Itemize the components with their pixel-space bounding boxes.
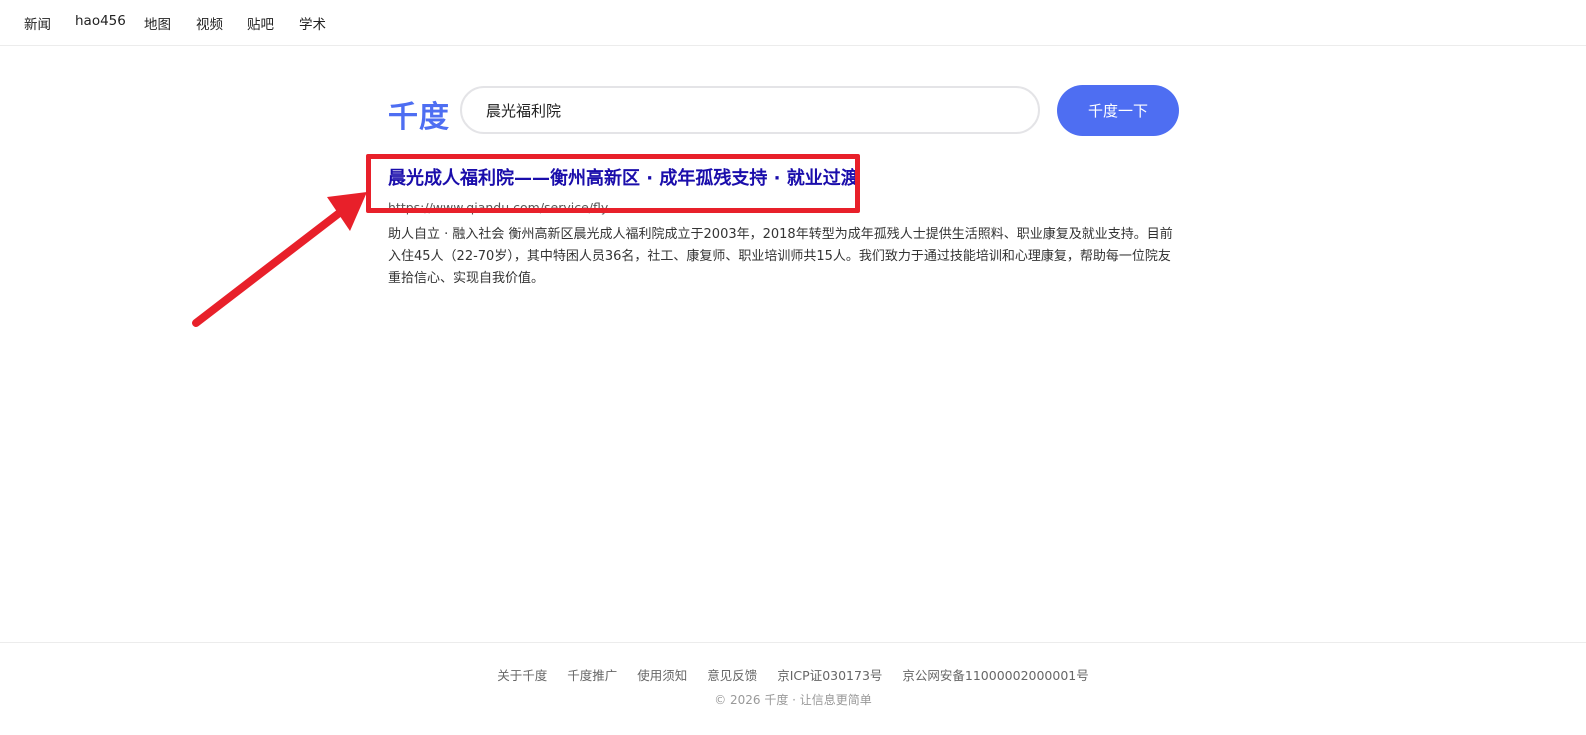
nav-link-video[interactable]: 视频 <box>196 13 223 33</box>
result-snippet: 助人自立 · 融入社会 衡州高新区晨光成人福利院成立于2003年，2018年转型… <box>388 227 1173 286</box>
arrow-head <box>327 192 367 231</box>
footer-link-promotion[interactable]: 千度推广 <box>567 668 617 683</box>
arrow-shaft <box>192 210 342 327</box>
search-results-page: 新闻 hao456 地图 视频 贴吧 学术 千度 千度一下 晨光成人福利院——衡… <box>0 0 1586 735</box>
footer-link-police-record[interactable]: 京公网安备11000002000001号 <box>902 668 1088 683</box>
result-url: https://www.qiandu.com/service/fly <box>388 200 609 215</box>
footer-link-terms[interactable]: 使用须知 <box>637 668 687 683</box>
top-navigation: 新闻 hao456 地图 视频 贴吧 学术 <box>0 0 1586 46</box>
nav-link-hao456[interactable]: hao456 <box>75 13 126 29</box>
search-button[interactable]: 千度一下 <box>1057 85 1179 136</box>
search-result: 晨光成人福利院——衡州高新区 · 成年孤残支持 · 就业过渡 https://w… <box>388 166 1178 286</box>
footer-link-about[interactable]: 关于千度 <box>497 668 547 683</box>
footer-link-feedback[interactable]: 意见反馈 <box>707 668 757 683</box>
footer: 关于千度 千度推广 使用须知 意见反馈 京ICP证030173号 京公网安备11… <box>0 642 1586 735</box>
copyright-text: © 2026 千度 · 让信息更简单 <box>714 693 872 707</box>
site-logo[interactable]: 千度 <box>388 92 450 136</box>
search-box[interactable] <box>460 86 1040 134</box>
result-title-link[interactable]: 晨光成人福利院——衡州高新区 · 成年孤残支持 · 就业过渡 <box>388 166 1178 192</box>
footer-link-icp[interactable]: 京ICP证030173号 <box>777 668 882 683</box>
nav-link-academic[interactable]: 学术 <box>299 13 326 33</box>
nav-link-tieba[interactable]: 贴吧 <box>247 13 274 33</box>
nav-link-news[interactable]: 新闻 <box>24 13 51 33</box>
nav-link-map[interactable]: 地图 <box>144 13 171 33</box>
search-input[interactable] <box>486 88 1006 132</box>
footer-links: 关于千度 千度推广 使用须知 意见反馈 京ICP证030173号 京公网安备11… <box>0 665 1586 684</box>
